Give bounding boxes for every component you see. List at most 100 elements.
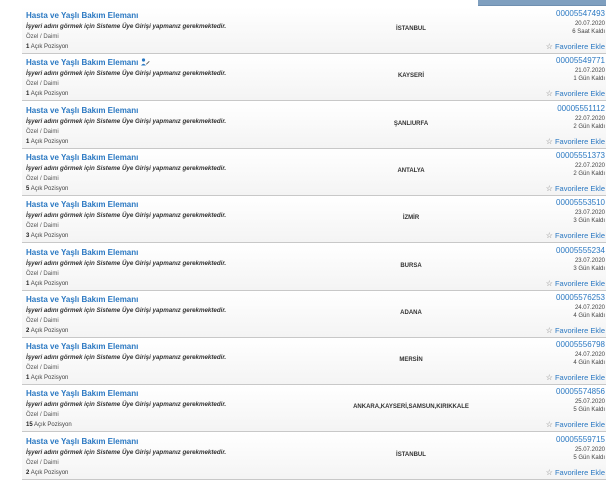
job-meta: 00005553510 23.07.2020 3 Gün Kaldı ☆ Favoril… xyxy=(495,196,605,243)
job-title-link[interactable]: Hasta ve Yaşlı Bakım Elemanı xyxy=(26,58,138,67)
open-positions: 2 Açık Pozisyon xyxy=(26,470,68,476)
open-positions: 5 Açık Pozisyon xyxy=(26,186,68,192)
positions-label: Açık Pozisyon xyxy=(30,375,69,382)
add-to-favorites-button[interactable]: ☆ Favorilere Ekle xyxy=(546,42,605,52)
add-to-favorites-button[interactable]: ☆ Favorilere Ekle xyxy=(546,231,605,241)
job-number-link[interactable]: 00005576253 xyxy=(495,293,605,303)
days-left: 1 Gün Kaldı xyxy=(573,76,605,83)
employer-login-note: İşyeri adını görmek için Sisteme Üye Gir… xyxy=(26,259,227,267)
star-outline-icon: ☆ xyxy=(545,373,553,383)
job-row: Hasta ve Yaşlı Bakım Elemanı İşyeri adını… xyxy=(22,7,606,54)
job-type: Özel / Daimi xyxy=(26,459,59,466)
job-city: ANTALYA xyxy=(397,167,425,174)
favorites-label: Favorilere Ekle xyxy=(554,278,605,288)
job-type: Özel / Daimi xyxy=(26,317,59,324)
add-to-favorites-button[interactable]: ☆ Favorilere Ekle xyxy=(546,468,605,478)
job-title-link[interactable]: Hasta ve Yaşlı Bakım Elemanı xyxy=(26,200,138,209)
positions-label: Açık Pozisyon xyxy=(30,44,69,50)
job-city: İSTANBUL xyxy=(396,26,426,32)
edit-person-icon[interactable] xyxy=(140,57,150,67)
add-to-favorites-button[interactable]: ☆ Favorilere Ekle xyxy=(546,373,605,383)
job-meta: 00005547493 20.07.2020 6 Saat Kaldı ☆ Favori… xyxy=(495,7,605,54)
job-city: ADANA xyxy=(400,309,422,316)
positions-count: 2 xyxy=(26,327,30,334)
positions-label: Açık Pozisyon xyxy=(34,422,72,429)
job-number-link[interactable]: 00005551112 xyxy=(495,104,605,114)
job-row: Hasta ve Yaşlı Bakım Elemanı İşyeri adını… xyxy=(22,290,606,338)
add-to-favorites-button[interactable]: ☆ Favorilere Ekle xyxy=(546,184,605,194)
table-header-strip xyxy=(478,0,606,6)
job-type: Özel / Daimi xyxy=(26,412,59,419)
favorites-label: Favorilere Ekle xyxy=(554,136,605,146)
job-title-link[interactable]: Hasta ve Yaşlı Bakım Elemanı xyxy=(26,342,138,351)
positions-label: Açık Pozisyon xyxy=(30,233,69,240)
job-title-link[interactable]: Hasta ve Yaşlı Bakım Elemanı xyxy=(26,295,138,304)
positions-count: 1 xyxy=(26,375,30,382)
open-positions: 3 Açık Pozisyon xyxy=(26,233,68,239)
star-outline-icon: ☆ xyxy=(545,42,553,51)
job-title-link[interactable]: Hasta ve Yaşlı Bakım Elemanı xyxy=(26,153,138,162)
job-row: Hasta ve Yaşlı Bakım Elemanı İşyeri adını… xyxy=(22,148,606,196)
job-type: Özel / Daimi xyxy=(26,270,59,277)
positions-label: Açık Pozisyon xyxy=(30,327,69,334)
job-type: Özel / Daimi xyxy=(26,34,59,40)
days-left: 5 Gün Kaldı xyxy=(573,407,605,414)
positions-count: 2 xyxy=(26,469,30,476)
job-title-link[interactable]: Hasta ve Yaşlı Bakım Elemanı xyxy=(26,437,138,446)
job-meta: 00005551112 22.07.2020 2 Gün Kaldı ☆ Favoril… xyxy=(495,102,605,149)
days-left: 4 Gün Kaldı xyxy=(573,312,605,319)
job-city: KAYSERİ xyxy=(397,73,425,80)
add-to-favorites-button[interactable]: ☆ Favorilere Ekle xyxy=(546,89,605,99)
positions-label: Açık Pozisyon xyxy=(30,280,69,287)
job-type: Özel / Daimi xyxy=(26,223,59,230)
open-positions: 1 Açık Pozisyon xyxy=(26,375,68,381)
job-city: BURSA xyxy=(400,262,422,269)
job-city: ŞANLIURFA xyxy=(393,120,429,127)
positions-count: 15 xyxy=(26,422,33,429)
job-row: Hasta ve Yaşlı Bakım Elemanı İşyeri adını… xyxy=(22,196,606,244)
open-positions: 1 Açık Pozisyon xyxy=(26,91,68,97)
add-to-favorites-button[interactable]: ☆ Favorilere Ekle xyxy=(546,326,605,336)
job-title-link[interactable]: Hasta ve Yaşlı Bakım Elemanı xyxy=(26,389,138,398)
employer-login-note: İşyeri adını görmek için Sisteme Üye Gir… xyxy=(26,164,227,172)
employer-login-note: İşyeri adını görmek için Sisteme Üye Gir… xyxy=(26,212,227,220)
positions-label: Açık Pozisyon xyxy=(30,138,69,145)
job-number-link[interactable]: 00005559715 xyxy=(495,435,605,445)
job-date: 25.07.2020 xyxy=(574,446,605,453)
add-to-favorites-button[interactable]: ☆ Favorilere Ekle xyxy=(546,137,605,147)
job-number-link[interactable]: 00005547493 xyxy=(495,9,605,19)
days-left: 5 Gün Kaldı xyxy=(573,454,605,461)
job-city: MERSİN xyxy=(399,357,423,364)
job-type: Özel / Daimi xyxy=(26,128,59,135)
positions-count: 3 xyxy=(26,233,30,240)
job-meta: 00005576253 24.07.2020 4 Gün Kaldı ☆ Favoril… xyxy=(495,291,605,338)
job-date: 23.07.2020 xyxy=(574,257,605,264)
job-row: Hasta ve Yaşlı Bakım Elemanı İşyeri adını… xyxy=(22,243,606,291)
positions-count: 1 xyxy=(26,138,30,145)
favorites-label: Favorilere Ekle xyxy=(554,325,605,335)
star-outline-icon: ☆ xyxy=(545,467,553,477)
job-row: Hasta ve Yaşlı Bakım Elemanı İşyeri adını… xyxy=(22,101,606,149)
add-to-favorites-button[interactable]: ☆ Favorilere Ekle xyxy=(546,420,605,430)
add-to-favorites-button[interactable]: ☆ Favorilere Ekle xyxy=(546,279,605,289)
days-left: 2 Gün Kaldı xyxy=(573,170,605,177)
job-type: Özel / Daimi xyxy=(26,365,59,372)
employer-login-note: İşyeri adını görmek için Sisteme Üye Gir… xyxy=(26,23,227,30)
job-number-link[interactable]: 00005556798 xyxy=(495,340,605,350)
job-title-link[interactable]: Hasta ve Yaşlı Bakım Elemanı xyxy=(26,248,138,257)
job-title-link[interactable]: Hasta ve Yaşlı Bakım Elemanı xyxy=(26,11,138,20)
job-number-link[interactable]: 00005551373 xyxy=(495,151,605,161)
job-number-link[interactable]: 00005549771 xyxy=(495,56,605,66)
job-title-link[interactable]: Hasta ve Yaşlı Bakım Elemanı xyxy=(26,106,138,115)
job-number-link[interactable]: 00005553510 xyxy=(495,198,605,208)
star-outline-icon: ☆ xyxy=(545,136,553,146)
job-meta: 00005574856 25.07.2020 5 Gün Kaldı ☆ Favoril… xyxy=(495,385,605,432)
star-outline-icon: ☆ xyxy=(545,325,553,335)
positions-count: 5 xyxy=(26,185,30,192)
star-outline-icon: ☆ xyxy=(545,231,553,241)
job-number-link[interactable]: 00005555234 xyxy=(495,246,605,256)
favorites-label: Favorilere Ekle xyxy=(554,42,605,51)
job-number-link[interactable]: 00005574856 xyxy=(495,387,605,397)
job-listing: Hasta ve Yaşlı Bakım Elemanı İşyeri adını… xyxy=(0,0,616,480)
days-left: 4 Gün Kaldı xyxy=(573,360,605,367)
